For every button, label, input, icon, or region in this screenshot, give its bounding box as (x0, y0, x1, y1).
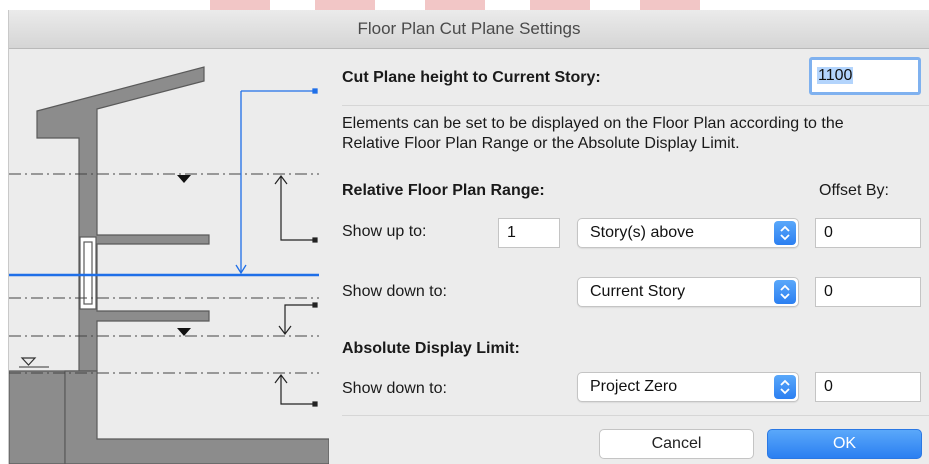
section-diagram (9, 66, 329, 464)
show-down-offset-input[interactable]: 0 (815, 277, 921, 307)
cancel-button[interactable]: Cancel (599, 429, 754, 459)
background-stripe (210, 0, 270, 10)
ok-button[interactable]: OK (767, 429, 922, 459)
stepper-arrows-icon (774, 221, 796, 245)
show-up-label: Show up to: (342, 223, 427, 240)
show-up-select[interactable]: Story(s) above (577, 218, 799, 248)
background-stripe (315, 0, 375, 10)
absolute-offset-input[interactable]: 0 (815, 372, 921, 402)
relative-range-heading: Relative Floor Plan Range: (342, 182, 545, 199)
show-up-count-input[interactable]: 1 (498, 218, 560, 248)
cut-plane-height-value: 1100 (817, 67, 854, 84)
show-up-select-value: Story(s) above (590, 224, 695, 241)
show-up-bracket (274, 175, 318, 243)
background-stripe (425, 0, 485, 10)
show-down-bracket (278, 302, 318, 335)
description-line-1: Elements can be set to be displayed on t… (342, 115, 844, 132)
offset-by-heading: Offset By: (819, 182, 889, 199)
cut-plane-height-input[interactable]: 1100 (809, 57, 921, 95)
story-lines (9, 173, 319, 374)
stepper-arrows-icon (774, 280, 796, 304)
show-down-select[interactable]: Current Story (577, 277, 799, 307)
show-down-select-value: Current Story (590, 283, 686, 300)
absolute-limit-bracket (274, 374, 318, 407)
background-stripe (530, 0, 590, 10)
absolute-show-down-label: Show down to: (342, 380, 447, 397)
show-down-label: Show down to: (342, 283, 447, 300)
cut-plane-label: Cut Plane height to Current Story: (342, 69, 601, 86)
absolute-limit-heading: Absolute Display Limit: (342, 340, 520, 357)
background-stripe (640, 0, 700, 10)
absolute-show-down-select[interactable]: Project Zero (577, 372, 799, 402)
dialog-title: Floor Plan Cut Plane Settings (9, 10, 929, 49)
stepper-arrows-icon (774, 375, 796, 399)
separator (342, 105, 929, 106)
description-line-2: Relative Floor Plan Range or the Absolut… (342, 135, 740, 152)
separator (342, 415, 929, 416)
ground-level-marker (20, 357, 37, 366)
absolute-show-down-select-value: Project Zero (590, 378, 678, 395)
show-up-offset-input[interactable]: 0 (815, 218, 921, 248)
cut-plane-dialog: Floor Plan Cut Plane Settings Cut Plane … (8, 10, 929, 464)
